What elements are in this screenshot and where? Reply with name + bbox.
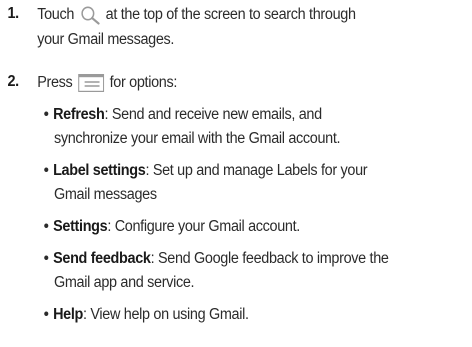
bullet-dot: • bbox=[43, 162, 49, 179]
step-text-before: Press bbox=[37, 73, 73, 91]
option-desc: : Send and receive new emails, and bbox=[104, 106, 322, 123]
step-text: Touch at the top of the screen to search… bbox=[37, 2, 472, 52]
step-text: Press for options: bbox=[37, 70, 472, 95]
option-term: Help bbox=[53, 306, 84, 323]
step-text-before: Touch bbox=[37, 5, 75, 23]
option-term: Refresh bbox=[53, 106, 105, 123]
option-term: Label settings bbox=[53, 162, 146, 179]
option-term: Send feedback bbox=[53, 250, 151, 267]
bullet-dot: • bbox=[43, 250, 49, 267]
option-desc-cont: synchronize your email with the Gmail ac… bbox=[53, 130, 341, 147]
option-desc-cont: Gmail messages bbox=[53, 186, 157, 203]
step-number: 1. bbox=[7, 5, 19, 22]
option-desc: : Send Google feedback to improve the bbox=[150, 250, 389, 267]
option-desc: : Set up and manage Labels for your bbox=[145, 162, 368, 179]
manual-page: 1. Touch at the top of the screen to sea… bbox=[0, 0, 439, 347]
step-number: 2. bbox=[7, 73, 19, 90]
bullet-dot: • bbox=[43, 306, 49, 323]
search-icon bbox=[81, 6, 100, 25]
list-item-label-settings: • Label settings: Set up and manage Label… bbox=[44, 159, 472, 207]
step-text-after: at the top of the screen to search throu… bbox=[105, 5, 356, 23]
menu-icon bbox=[78, 73, 105, 92]
list-item-refresh: • Refresh: Send and receive new emails, a… bbox=[44, 103, 472, 151]
option-desc: : Configure your Gmail account. bbox=[107, 218, 300, 235]
bullet-dot: • bbox=[43, 218, 49, 235]
list-item-settings: • Settings: Configure your Gmail account. bbox=[44, 215, 472, 239]
option-term: Settings bbox=[53, 218, 108, 235]
list-item-help: • Help: View help on using Gmail. bbox=[44, 303, 472, 327]
option-desc: : View help on using Gmail. bbox=[83, 306, 249, 323]
bullet-dot: • bbox=[43, 106, 49, 123]
step-text-cont: your Gmail messages. bbox=[37, 30, 175, 48]
option-desc-cont: Gmail app and service. bbox=[53, 274, 195, 291]
list-item-send-feedback: • Send feedback: Send Google feedback to … bbox=[44, 247, 472, 295]
step-text-after: for options: bbox=[109, 73, 178, 91]
